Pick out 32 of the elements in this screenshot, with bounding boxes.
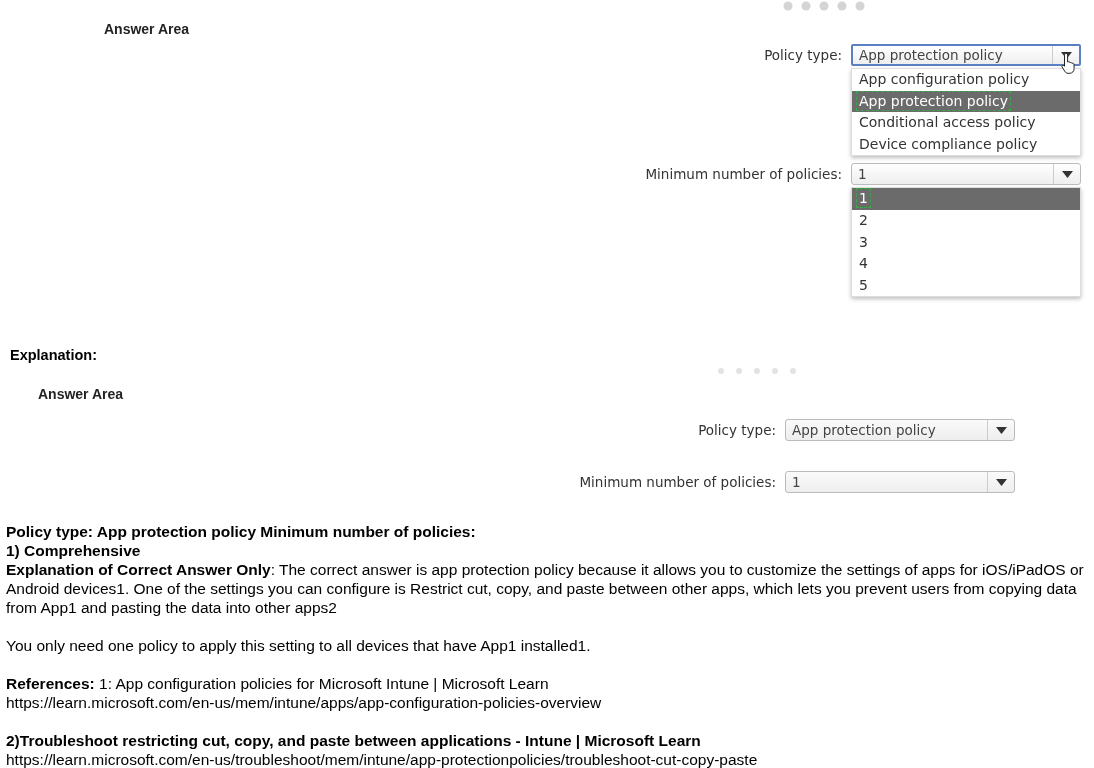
dropdown-option[interactable]: 1 bbox=[852, 188, 1080, 210]
explanation-text: https://learn.microsoft.com/en-us/mem/intune/apps/app-configuration-policies-overview bbox=[6, 693, 603, 712]
field-label: Policy type: bbox=[763, 46, 842, 65]
explanation-text: You only need one policy to apply this setting to all devices that have App1 installed1. bbox=[6, 636, 592, 655]
dropdown-option[interactable]: 5 bbox=[852, 274, 1080, 297]
dropdown[interactable]: App protection policy bbox=[785, 419, 1015, 441]
explanation-text: Policy type: App protection policy Minimum number of policies: bbox=[6, 522, 477, 541]
dropdown-option[interactable]: Device compliance policy bbox=[852, 133, 1080, 156]
dropdown[interactable]: 1 bbox=[851, 163, 1081, 186]
explanation-text: https://learn.microsoft.com/en-us/troubleshoot/mem/intune/app-protectionpolicies/troubleshoot-cut-copy-paste bbox=[6, 750, 759, 768]
dropdown-option[interactable]: 2 bbox=[852, 209, 1080, 232]
dropdown-option[interactable]: Conditional access policy bbox=[852, 112, 1080, 134]
field-label: Policy type: bbox=[697, 421, 776, 440]
dropdown-option[interactable]: App configuration policy bbox=[852, 69, 1080, 91]
explanation-text: References: 1: App configuration policies for Microsoft Intune | Microsoft Learn bbox=[6, 674, 550, 693]
explanation-heading: Explanation: bbox=[10, 347, 97, 363]
dropdown-option[interactable]: App protection policy bbox=[852, 90, 1080, 113]
pager-dots-icon bbox=[716, 368, 798, 374]
dropdown-option[interactable]: 3 bbox=[852, 231, 1080, 254]
dropdown[interactable]: 1 bbox=[785, 471, 1015, 493]
caret-icon bbox=[995, 426, 1007, 434]
dropdown-option[interactable]: 4 bbox=[852, 253, 1080, 275]
explanation-text: 2)Troubleshoot restricting cut, copy, and paste between applications - Intune | Microsoft Learn bbox=[6, 731, 702, 750]
field-label: Minimum number of policies: bbox=[645, 165, 842, 185]
caret-icon bbox=[1061, 170, 1073, 178]
caret-icon bbox=[995, 478, 1007, 486]
field-label: Minimum number of policies: bbox=[579, 473, 776, 492]
pager-dots-icon bbox=[783, 1, 865, 11]
answer-area-title: Answer Area bbox=[38, 386, 124, 402]
explanation-text: 1) Comprehensive bbox=[6, 541, 142, 560]
answer-area-title: Answer Area bbox=[104, 21, 190, 37]
explanation-text: Explanation of Correct Answer Only: The correct answer is app protection policy because it allows you to customize the settings of apps for iOS/iPadOS or Android devices1. One of the settings you can configure is Restrict cut, copy, and paste between other apps, which lets you prevent users from copying data from App1 and pasting the data into other apps2 bbox=[6, 560, 1085, 617]
